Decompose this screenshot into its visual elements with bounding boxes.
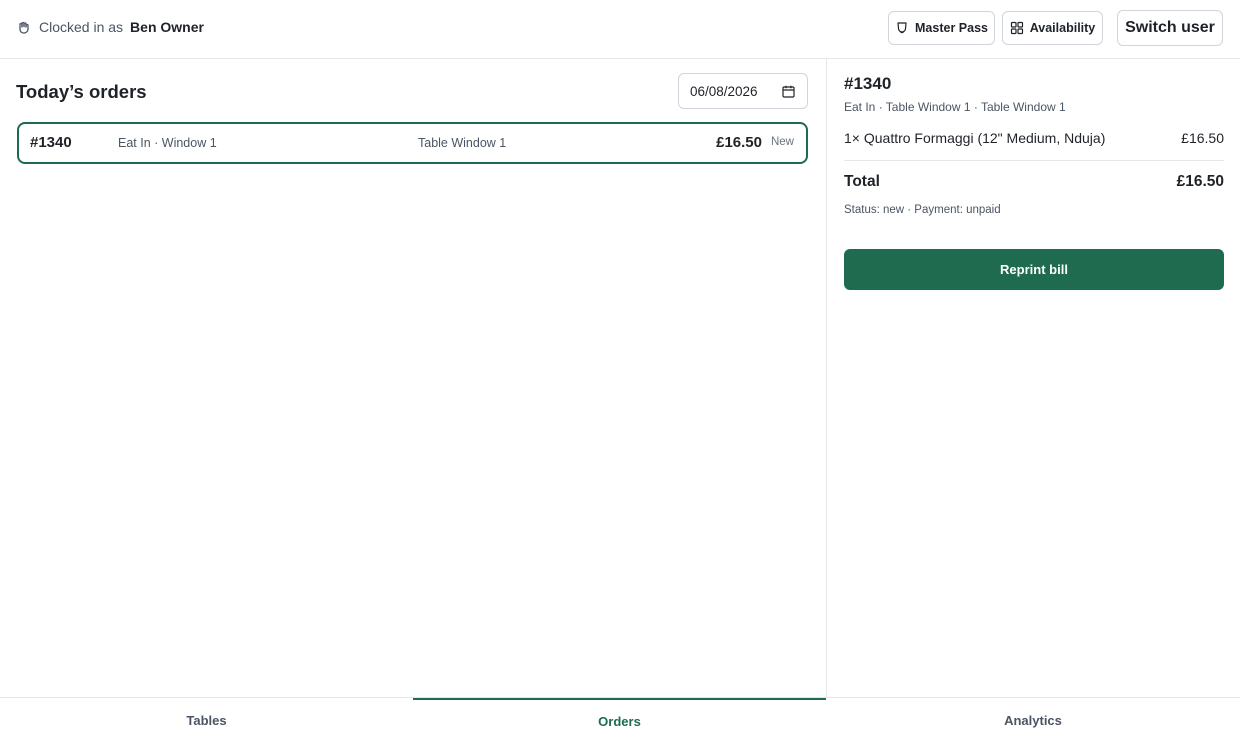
line-item-desc: 1× Quattro Formaggi (12" Medium, Nduja) [844,130,1106,146]
order-id: #1340 [30,134,72,151]
order-type: Eat In · Window 1 [118,136,217,150]
order-status: New [770,136,794,148]
tab-analytics[interactable]: Analytics [826,698,1240,741]
detail-line-item: 1× Quattro Formaggi (12" Medium, Nduja) … [844,130,1224,146]
master-pass-label: Master Pass [915,21,988,35]
order-table: Table Window 1 [418,136,507,150]
date-value: 06/08/2026 [690,83,758,99]
total-amount: £16.50 [1176,173,1224,190]
detail-total: Total £16.50 [844,173,1224,191]
availability-label: Availability [1029,21,1096,35]
detail-subtitle: Eat In · Table Window 1 · Table Window 1 [844,100,1066,114]
tab-orders[interactable]: Orders [413,698,826,741]
top-bar: Clocked in as Ben Owner Master Pass Avai… [0,0,1240,59]
hand-icon [19,21,29,34]
line-item-price: £16.50 [1181,130,1224,146]
bottom-nav: Tables Orders Analytics [0,697,1240,741]
shield-icon [897,22,907,34]
detail-order-id: #1340 [844,74,892,93]
divider [844,160,1224,161]
clocked-label: Clocked in as [39,19,124,35]
availability-button[interactable]: Availability [1002,11,1103,45]
clock-status: Clocked in as Ben Owner [16,19,204,35]
tab-tables[interactable]: Tables [0,698,413,741]
order-total: £16.50 [716,134,762,151]
user-name: Ben Owner [130,19,204,35]
page-title: Today’s orders [16,81,147,102]
order-detail-panel: #1340 Eat In · Table Window 1 · Table Wi… [826,59,1240,697]
master-pass-button[interactable]: Master Pass [888,11,995,45]
reprint-bill-button[interactable]: Reprint bill [844,249,1224,290]
detail-status-line: Status: new · Payment: unpaid [844,204,1001,216]
total-label: Total [844,173,880,190]
order-row[interactable]: #1340 Eat In · Window 1 Table Window 1 £… [17,122,808,164]
switch-user-button[interactable]: Switch user [1117,10,1223,46]
calendar-icon[interactable] [782,85,795,98]
orders-panel: Today’s orders 06/08/2026 #1340 Eat In ·… [0,59,826,697]
date-picker-input[interactable]: 06/08/2026 [678,73,808,109]
grid-icon [1010,21,1023,35]
